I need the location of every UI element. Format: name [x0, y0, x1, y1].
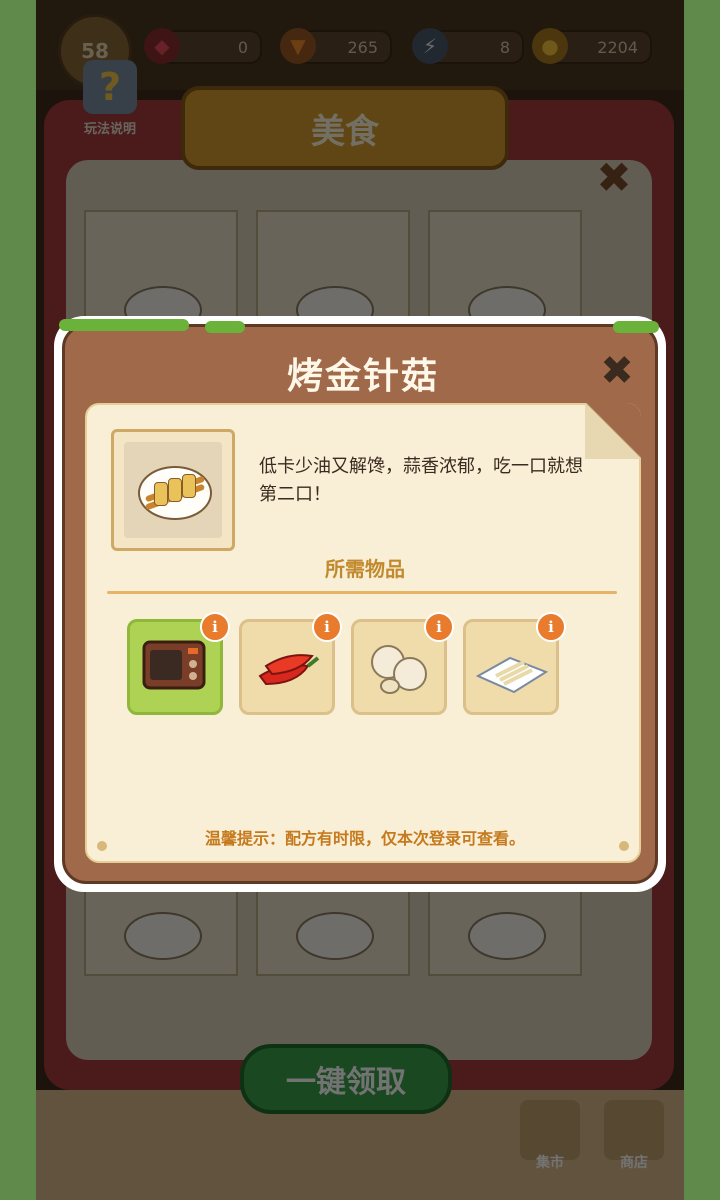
- divider: [107, 591, 617, 594]
- grilled-enoki-icon: [138, 466, 212, 520]
- gem-icon: ◆: [144, 28, 180, 64]
- energy-counter[interactable]: ⚡ 8: [412, 28, 524, 64]
- info-icon[interactable]: i: [536, 612, 566, 642]
- lightning-icon: ⚡: [412, 28, 448, 64]
- coin-icon: ●: [532, 28, 568, 64]
- info-icon[interactable]: i: [424, 612, 454, 642]
- ingredient-slot-garlic[interactable]: i: [351, 612, 454, 715]
- recipe-tip: 温馨提示：配方有时限，仅本次登录可查看。: [204, 829, 525, 848]
- help-book-icon: ?: [83, 60, 137, 114]
- market-button[interactable]: [520, 1100, 580, 1160]
- close-icon[interactable]: ✖: [597, 351, 637, 391]
- ingredient-slot-enoki[interactable]: i: [463, 612, 566, 715]
- recipe-description: 低卡少油又解馋，蒜香浓郁，吃一口就想第二口！: [259, 456, 583, 505]
- energy-value: 8: [499, 37, 510, 57]
- recipe-card[interactable]: [428, 880, 582, 976]
- recipe-paper: 低卡少油又解馋，蒜香浓郁，吃一口就想第二口！ 所需物品 i i i i 温馨提示…: [85, 403, 641, 863]
- left-gutter: [0, 0, 36, 1200]
- carrot-value: 265: [347, 37, 378, 57]
- gem-counter[interactable]: ◆ 0: [144, 28, 262, 64]
- gem-value: 0: [237, 37, 248, 57]
- recipe-image-frame: [111, 429, 235, 551]
- claim-all-button[interactable]: 一键领取: [240, 1044, 452, 1114]
- help-button[interactable]: ? 玩法说明: [70, 60, 150, 142]
- stew-icon: [468, 912, 546, 960]
- skewer-icon: [296, 912, 374, 960]
- coin-counter[interactable]: ● 2204: [532, 28, 652, 64]
- ingredient-slot-chili[interactable]: i: [239, 612, 342, 715]
- shop-button[interactable]: [604, 1100, 664, 1160]
- right-gutter: [684, 0, 720, 1200]
- recipe-card[interactable]: [256, 880, 410, 976]
- paper-curl: [585, 403, 641, 459]
- game-screen: 58 ◆ 0 ▼ 265 ⚡ 8 ● 2204 美食 ✖ 集市 商店 一键领取: [36, 0, 684, 1200]
- info-icon[interactable]: i: [200, 612, 230, 642]
- soup-icon: [124, 912, 202, 960]
- shop-label: 商店: [620, 1155, 648, 1171]
- vine-decoration: [613, 321, 659, 333]
- coin-value: 2204: [597, 37, 638, 57]
- vine-decoration: [205, 321, 245, 333]
- recipe-card[interactable]: [84, 880, 238, 976]
- recipe-image: [124, 442, 222, 538]
- recipe-title: 烤金针菇: [286, 356, 439, 397]
- carrot-icon: ▼: [280, 28, 316, 64]
- market-label: 集市: [536, 1155, 564, 1171]
- info-icon[interactable]: i: [312, 612, 342, 642]
- help-label: 玩法说明: [83, 122, 136, 137]
- panel-close-icon[interactable]: ✖: [586, 150, 642, 206]
- food-panel-banner: 美食: [181, 86, 509, 170]
- ingredient-slot-oven[interactable]: i: [127, 612, 230, 715]
- vine-decoration: [59, 319, 189, 331]
- recipe-modal: 烤金针菇 ✖ 低卡少油又解馋，蒜香浓郁，吃一口就想第二口！ 所需物品 i i i…: [54, 316, 666, 892]
- recipe-modal-body: 烤金针菇 ✖ 低卡少油又解馋，蒜香浓郁，吃一口就想第二口！ 所需物品 i i i…: [59, 319, 659, 884]
- carrot-counter[interactable]: ▼ 265: [280, 28, 392, 64]
- required-items-label: 所需物品: [325, 557, 405, 581]
